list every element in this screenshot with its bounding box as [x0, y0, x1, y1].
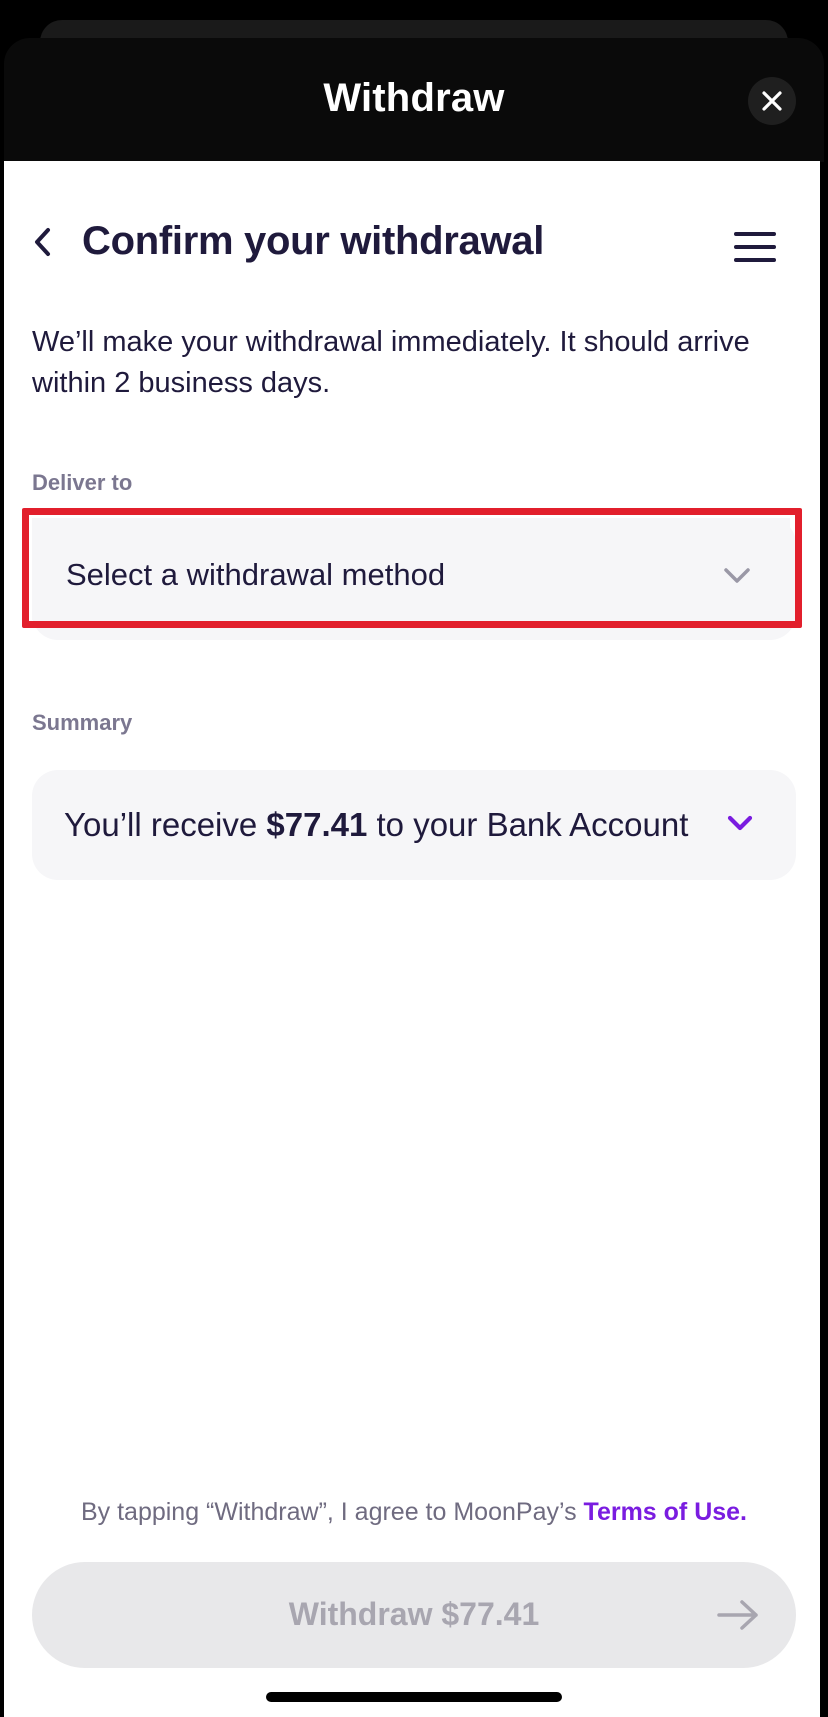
- terms-of-use-link[interactable]: Terms of Use.: [584, 1498, 747, 1526]
- close-icon: [762, 91, 782, 111]
- withdraw-button-label: Withdraw $77.41: [288, 1596, 540, 1632]
- chevron-down-icon: [724, 568, 750, 583]
- withdraw-button[interactable]: Withdraw $77.41: [32, 1562, 796, 1668]
- modal-title: Withdraw: [323, 76, 505, 120]
- summary-suffix: to your Bank Account: [367, 806, 689, 843]
- withdrawal-method-placeholder: Select a withdrawal method: [66, 557, 446, 592]
- chevron-left-icon: [35, 228, 50, 256]
- back-button[interactable]: [28, 224, 56, 260]
- summary-label: Summary: [32, 710, 133, 735]
- deliver-to-label: Deliver to: [32, 470, 133, 495]
- withdraw-screen: Withdraw Confirm your withdrawal We’ll m…: [0, 0, 828, 1717]
- summary-prefix: You’ll receive: [64, 806, 267, 843]
- summary-text: You’ll receive $77.41 to your Bank Accou…: [64, 806, 688, 844]
- hamburger-menu-icon[interactable]: [734, 232, 776, 264]
- terms-text: By tapping “Withdraw”, I agree to MoonPa…: [80, 1498, 584, 1526]
- chevron-down-icon[interactable]: [726, 812, 754, 836]
- close-button[interactable]: [748, 77, 796, 125]
- summary-amount: $77.41: [266, 806, 368, 843]
- terms-notice: By tapping “Withdraw”, I agree to MoonPa…: [0, 1498, 828, 1527]
- page-title: Confirm your withdrawal: [82, 219, 545, 263]
- arrow-right-icon: [717, 1600, 758, 1630]
- withdrawal-description: We’ll make your withdrawal immediately. …: [32, 326, 750, 399]
- home-indicator: [266, 1692, 562, 1702]
